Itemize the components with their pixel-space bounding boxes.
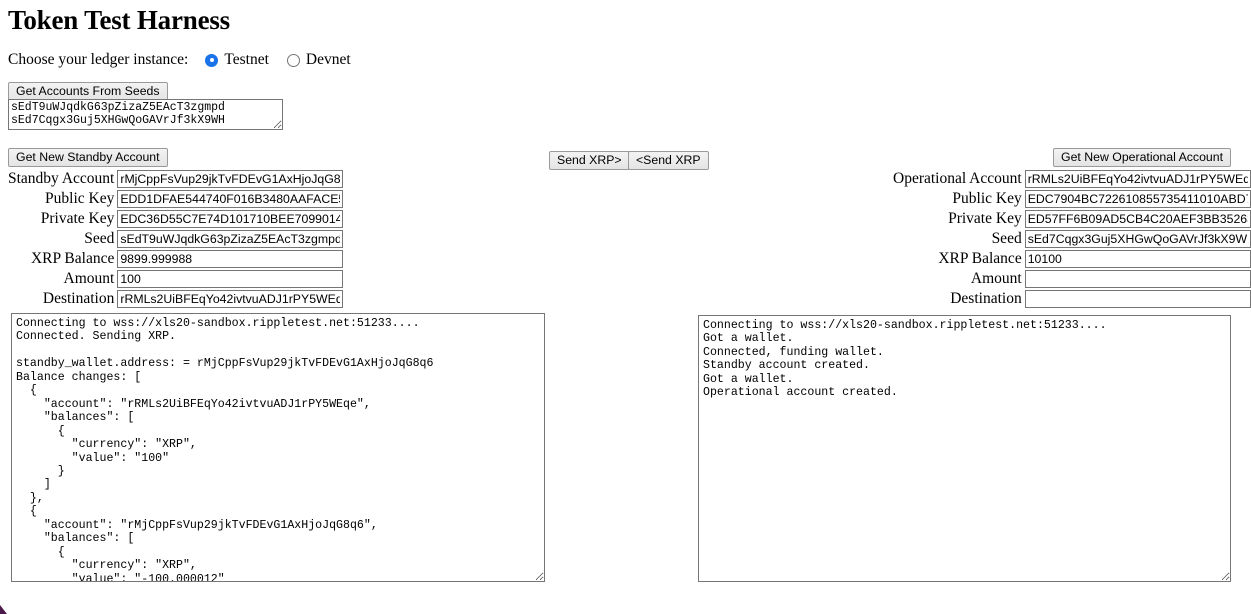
operational-amount-input[interactable] <box>1024 270 1251 288</box>
radio-devnet-label: Devnet <box>305 51 351 68</box>
standby-field-label: Destination <box>42 290 115 307</box>
table-row: XRP Balance <box>8 249 344 269</box>
standby-field-label: Amount <box>63 270 115 287</box>
radio-option-testnet[interactable]: Testnet <box>205 51 269 69</box>
app-root: Token Test Harness Choose your ledger in… <box>0 0 1251 614</box>
table-row: Public Key <box>893 189 1251 209</box>
standby-field-label: XRP Balance <box>30 250 115 267</box>
standby-fields-table: Standby Account Public Key Private Key S… <box>8 169 344 309</box>
operational-log-textarea[interactable] <box>698 315 1231 582</box>
operational-xrp-balance-input[interactable] <box>1024 250 1251 268</box>
standby-button-row: Get New Standby Account <box>8 148 343 168</box>
operational-field-label: Seed <box>991 230 1022 247</box>
operational-field-label: Operational Account <box>893 170 1022 187</box>
operational-field-label: Public Key <box>952 190 1022 207</box>
seeds-textarea[interactable] <box>8 99 283 130</box>
operational-field-label: Amount <box>970 270 1022 287</box>
standby-account-panel: Get New Standby Account Standby Account … <box>8 148 344 309</box>
standby-amount-input[interactable] <box>117 270 344 288</box>
operational-account-panel: Get New Operational Account Operational … <box>893 148 1251 309</box>
radio-devnet-icon[interactable] <box>286 53 300 67</box>
table-row: Private Key <box>893 209 1251 229</box>
page-title: Token Test Harness <box>8 5 230 35</box>
ledger-instance-selector: Choose your ledger instance: Testnet Dev… <box>8 51 351 69</box>
ledger-instance-label: Choose your ledger instance: <box>8 51 189 68</box>
standby-private-key-input[interactable] <box>117 210 344 228</box>
standby-field-label: Standby Account <box>8 170 115 187</box>
get-new-standby-account-button[interactable]: Get New Standby Account <box>8 148 168 167</box>
radio-testnet-icon[interactable] <box>205 53 219 67</box>
operational-public-key-input[interactable] <box>1024 190 1251 208</box>
radio-option-devnet[interactable]: Devnet <box>286 51 351 69</box>
standby-account-input[interactable] <box>117 170 344 188</box>
operational-destination-input[interactable] <box>1024 290 1251 308</box>
table-row: Seed <box>8 229 344 249</box>
table-row: Amount <box>8 269 344 289</box>
table-row: Public Key <box>8 189 344 209</box>
operational-field-label: Destination <box>950 290 1022 307</box>
standby-field-label: Seed <box>84 230 115 247</box>
table-row: Standby Account <box>8 169 344 189</box>
operational-field-label: XRP Balance <box>938 250 1022 267</box>
operational-account-input[interactable] <box>1024 170 1251 188</box>
standby-field-label: Private Key <box>40 210 115 227</box>
operational-private-key-input[interactable] <box>1024 210 1251 228</box>
table-row: Operational Account <box>893 169 1251 189</box>
radio-testnet-label: Testnet <box>224 51 269 68</box>
corner-artifact <box>0 605 7 614</box>
table-row: Destination <box>893 289 1251 309</box>
table-row: Amount <box>893 269 1251 289</box>
table-row: Seed <box>893 229 1251 249</box>
operational-field-label: Private Key <box>948 210 1022 227</box>
send-xrp-left-button[interactable]: <Send XRP <box>628 151 709 170</box>
table-row: Private Key <box>8 209 344 229</box>
operational-button-row: Get New Operational Account <box>893 148 1231 168</box>
standby-field-label: Public Key <box>45 190 115 207</box>
standby-xrp-balance-input[interactable] <box>117 250 344 268</box>
standby-log-textarea[interactable] <box>11 313 545 582</box>
table-row: Destination <box>8 289 344 309</box>
get-new-operational-account-button[interactable]: Get New Operational Account <box>1053 148 1231 167</box>
operational-seed-input[interactable] <box>1024 230 1251 248</box>
operational-fields-table: Operational Account Public Key Private K… <box>893 169 1251 309</box>
standby-public-key-input[interactable] <box>117 190 344 208</box>
standby-seed-input[interactable] <box>117 230 344 248</box>
table-row: XRP Balance <box>893 249 1251 269</box>
standby-destination-input[interactable] <box>117 290 344 308</box>
send-xrp-right-button[interactable]: Send XRP> <box>549 151 630 170</box>
